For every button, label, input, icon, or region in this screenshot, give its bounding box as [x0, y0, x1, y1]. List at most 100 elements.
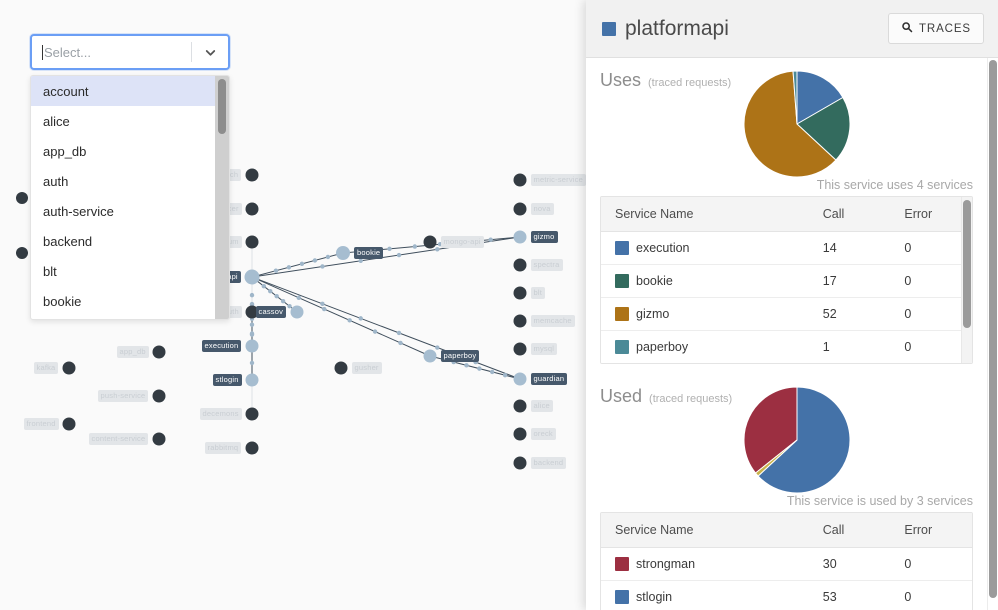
graph-node-mongo-api[interactable]	[423, 235, 437, 249]
service-option-account[interactable]: account	[31, 76, 215, 106]
panel-scrollbar-thumb[interactable]	[989, 60, 997, 598]
graph-node-label-paperboy: paperboy	[440, 350, 480, 362]
graph-node-paperboy[interactable]	[423, 349, 437, 363]
graph-node-bookie[interactable]	[336, 246, 350, 260]
graph-node-nova[interactable]	[513, 202, 527, 216]
graph-node-blt[interactable]	[513, 286, 527, 300]
uses-table: Service Name Call Error execution 14 0 book…	[601, 197, 972, 363]
table-row[interactable]: gizmo 52 0	[601, 297, 972, 331]
service-name-label: strongman	[636, 557, 696, 571]
graph-node-gusher[interactable]	[334, 361, 348, 375]
graph-edge-dot	[287, 304, 292, 309]
uses-table-scrollbar-track[interactable]	[961, 197, 972, 363]
panel-scrollbar-track[interactable]	[987, 58, 998, 610]
graph-node-metric-service[interactable]	[513, 173, 527, 187]
graph-node-producer[interactable]	[245, 202, 259, 216]
graph-edge-dot	[320, 264, 325, 269]
service-option-backend[interactable]: backend	[31, 226, 215, 256]
table-row[interactable]: execution 14 0	[601, 231, 972, 265]
uses-heading-text: Uses	[600, 70, 642, 90]
graph-node-label-stlogin: stlogin	[212, 374, 242, 386]
graph-node-decemons[interactable]	[245, 407, 259, 421]
graph-node-label-gusher: gusher	[351, 362, 382, 374]
service-name-label: stlogin	[636, 590, 673, 604]
graph-node-search[interactable]	[245, 168, 259, 182]
uses-row-error: 0	[890, 231, 972, 265]
graph-node-push-service[interactable]	[152, 389, 166, 403]
uses-col-service-name: Service Name	[601, 197, 809, 232]
graph-edge-dot	[477, 366, 482, 371]
graph-node-spectra[interactable]	[513, 258, 527, 272]
table-row[interactable]: bookie 17 0	[601, 264, 972, 298]
service-select-menu[interactable]: account alice app_db auth auth-service backen…	[30, 75, 230, 320]
section-used: Used (traced requests) This service is u…	[600, 374, 973, 610]
used-table-body: strongman 30 0 stlogin 53 0	[601, 547, 972, 610]
service-option-auth[interactable]: auth	[31, 166, 215, 196]
used-pie-caption: This service is used by 3 services	[786, 494, 973, 508]
uses-row-name: bookie	[601, 264, 809, 298]
service-option-bookie[interactable]: bookie	[31, 286, 215, 316]
graph-edge-dot	[372, 329, 378, 334]
graph-node-stlogin[interactable]	[245, 373, 259, 387]
service-select-input[interactable]: Select...	[30, 34, 230, 70]
section-uses: Uses (traced requests) This service uses…	[600, 58, 973, 364]
table-row[interactable]: stlogin 53 0	[601, 580, 972, 610]
used-col-error: Error	[890, 513, 972, 548]
graph-edge-dot	[435, 345, 440, 350]
graph-node-alice[interactable]	[513, 399, 527, 413]
graph-node-app_db[interactable]	[152, 345, 166, 359]
uses-table-scrollbar-thumb[interactable]	[963, 200, 971, 328]
used-table-wrap: Service Name Call Error strongman 30 0 stlo…	[600, 512, 973, 610]
graph-node-label-decemons: decemons	[199, 408, 242, 420]
service-option-blt[interactable]: blt	[31, 256, 215, 286]
graph-node-cassov[interactable]	[290, 305, 304, 319]
uses-table-head: Service Name Call Error	[601, 197, 972, 232]
used-row-error: 0	[890, 580, 972, 610]
graph-node-mysql[interactable]	[513, 342, 527, 356]
traces-button[interactable]: TRACES	[887, 13, 984, 44]
panel-body[interactable]: Uses (traced requests) This service uses…	[586, 58, 998, 610]
table-row[interactable]: strongman 30 0	[601, 547, 972, 581]
graph-node-content-service[interactable]	[152, 432, 166, 446]
graph-node-platformapi[interactable]	[244, 269, 260, 285]
used-col-service-name: Service Name	[601, 513, 809, 548]
uses-col-call: Call	[808, 197, 891, 232]
graph-node-frontend[interactable]	[62, 417, 76, 431]
graph-node-backend[interactable]	[513, 456, 527, 470]
graph-node-memcache[interactable]	[513, 314, 527, 328]
row-color-swatch	[615, 274, 629, 288]
graph-node-aurum[interactable]	[245, 235, 259, 249]
graph-edge-dot	[325, 254, 331, 260]
graph-edge-dot	[387, 246, 392, 251]
graph-node-execution[interactable]	[245, 339, 259, 353]
service-option-auth-service[interactable]: auth-service	[31, 196, 215, 226]
service-select-placeholder: Select...	[44, 44, 91, 60]
service-option-app_db[interactable]: app_db	[31, 136, 215, 166]
graph-node-guardian[interactable]	[513, 372, 527, 386]
service-color-swatch	[602, 21, 616, 36]
graph-edge-dot	[312, 258, 318, 263]
graph-node-bookkeeper[interactable]	[16, 247, 28, 259]
graph-node-kafka[interactable]	[62, 361, 76, 375]
table-row[interactable]: paperboy 1 0	[601, 330, 972, 363]
service-option-alice[interactable]: alice	[31, 106, 215, 136]
uses-row-error: 0	[890, 264, 972, 298]
graph-edge-layer	[251, 236, 521, 414]
service-selector[interactable]: Select... account alice app_db auth auth-ser…	[30, 34, 230, 320]
used-col-call: Call	[808, 513, 891, 548]
graph-edge-dot	[249, 360, 255, 366]
chevron-down-icon[interactable]	[192, 35, 228, 69]
used-header-row: Service Name Call Error	[601, 513, 972, 548]
menu-scrollbar-thumb[interactable]	[218, 79, 226, 134]
graph-node-oreck[interactable]	[513, 427, 527, 441]
graph-node-mobile[interactable]	[16, 192, 28, 204]
used-table-head: Service Name Call Error	[601, 513, 972, 548]
graph-node-label-spectra: spectra	[530, 259, 563, 271]
menu-scrollbar-track[interactable]	[215, 76, 229, 319]
graph-node-gizmo[interactable]	[513, 230, 527, 244]
service-option-list[interactable]: account alice app_db auth auth-service backen…	[31, 76, 215, 319]
graph-edge-dot	[320, 301, 325, 307]
graph-node-rabbitmq[interactable]	[245, 441, 259, 455]
graph-edge-dot	[358, 258, 363, 263]
used-heading-text: Used	[600, 386, 643, 406]
